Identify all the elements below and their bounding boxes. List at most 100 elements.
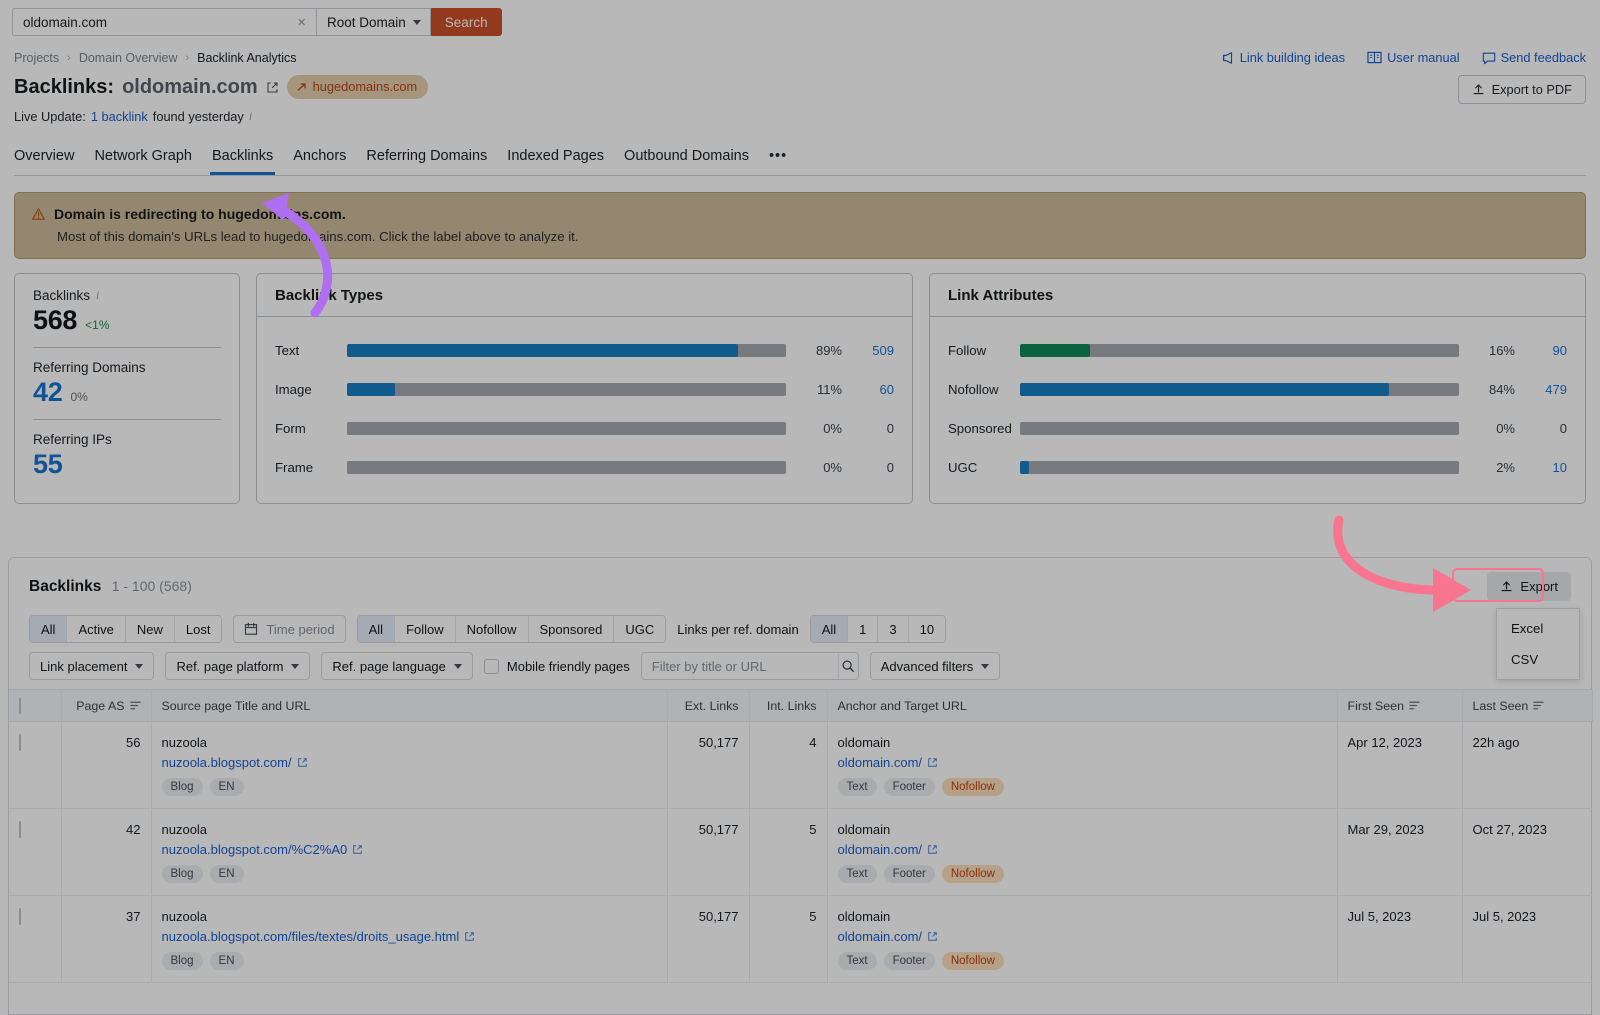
info-icon[interactable]: i [249, 109, 252, 124]
source-url-link[interactable]: nuzoola.blogspot.com/ [162, 755, 308, 770]
backlinks-panel-title: Backlinks [29, 578, 101, 595]
bar-count[interactable]: 479 [1515, 382, 1567, 397]
tab-backlinks[interactable]: Backlinks [202, 142, 283, 175]
search-input[interactable] [23, 15, 293, 30]
target-url-link[interactable]: oldomain.com/ [838, 842, 939, 857]
table-row: 56 nuzoola nuzoola.blogspot.com/ Blog EN… [9, 722, 1592, 809]
cell-anchor-target: oldomain oldomain.com/ Text Footer Nofol… [827, 896, 1337, 983]
breadcrumb-domain-overview[interactable]: Domain Overview [79, 51, 178, 65]
ref-page-language-dropdown[interactable]: Ref. page language [321, 652, 472, 680]
bar-count[interactable]: 10 [1515, 460, 1567, 475]
tab-network-graph[interactable]: Network Graph [84, 142, 202, 175]
external-link-icon[interactable] [266, 81, 279, 94]
export-to-pdf-button[interactable]: Export to PDF [1458, 75, 1586, 104]
upload-icon [1500, 580, 1513, 593]
external-link-icon [927, 844, 938, 855]
search-input-wrapper[interactable]: × [12, 8, 317, 36]
row-checkbox[interactable] [19, 821, 21, 838]
row-select-cell [9, 896, 61, 983]
bar-count: 0 [1515, 421, 1567, 436]
tab-anchors[interactable]: Anchors [283, 142, 356, 175]
page-title-prefix: Backlinks: [14, 76, 114, 99]
advanced-filters-dropdown[interactable]: Advanced filters [870, 652, 1001, 680]
bar-row: Sponsored 0% 0 [948, 409, 1567, 448]
chip-language: EN [210, 952, 244, 970]
status-filter-active[interactable]: Active [67, 616, 125, 642]
bar-label: UGC [948, 460, 1020, 475]
row-checkbox[interactable] [19, 908, 21, 925]
links-per-domain-all[interactable]: All [811, 616, 848, 642]
chip-platform: Blog [162, 778, 203, 796]
search-button[interactable]: Search [431, 8, 502, 36]
kpi-referring-domains-value[interactable]: 42 [33, 377, 62, 408]
bar-row: Follow 16% 90 [948, 331, 1567, 370]
status-filter-new[interactable]: New [126, 616, 175, 642]
target-url-text: oldomain.com/ [838, 842, 923, 857]
cell-first-seen: Jul 5, 2023 [1337, 896, 1462, 983]
user-manual-link[interactable]: User manual [1367, 50, 1460, 65]
anchor-chips: Text Footer Nofollow [838, 778, 1327, 796]
export-option-csv[interactable]: CSV [1497, 644, 1579, 675]
bar-count[interactable]: 509 [842, 343, 894, 358]
breadcrumb-row: Projects › Domain Overview › Backlink An… [0, 45, 1600, 65]
bar-percent: 0% [786, 421, 842, 436]
select-all-checkbox[interactable] [19, 698, 21, 714]
info-icon[interactable]: i [96, 288, 99, 303]
export-option-excel[interactable]: Excel [1497, 613, 1579, 644]
attribute-filter-all[interactable]: All [358, 616, 395, 642]
tab-indexed-pages[interactable]: Indexed Pages [497, 142, 614, 175]
attribute-filter-sponsored[interactable]: Sponsored [529, 616, 615, 642]
tab-outbound-domains[interactable]: Outbound Domains [614, 142, 759, 175]
time-period-filter[interactable]: Time period [233, 615, 345, 643]
external-link-icon [352, 844, 363, 855]
bar-row: Nofollow 84% 479 [948, 370, 1567, 409]
cell-ext-links: 50,177 [667, 809, 749, 896]
target-url-link[interactable]: oldomain.com/ [838, 755, 939, 770]
link-placement-dropdown[interactable]: Link placement [29, 652, 154, 680]
search-icon[interactable] [838, 653, 858, 679]
chip-nofollow: Nofollow [942, 952, 1004, 970]
bar-count[interactable]: 90 [1515, 343, 1567, 358]
row-checkbox[interactable] [19, 734, 21, 751]
tab-more-menu[interactable]: ••• [759, 142, 797, 175]
status-filter-lost[interactable]: Lost [175, 616, 222, 642]
table-search-input[interactable] [642, 653, 838, 679]
attribute-filter-follow[interactable]: Follow [395, 616, 456, 642]
source-url-link[interactable]: nuzoola.blogspot.com/%C2%A0 [162, 842, 364, 857]
ref-page-platform-dropdown[interactable]: Ref. page platform [165, 652, 310, 680]
chip-language: EN [210, 865, 244, 883]
links-per-domain-3[interactable]: 3 [878, 616, 908, 642]
target-url-link[interactable]: oldomain.com/ [838, 929, 939, 944]
kpi-referring-ips-value[interactable]: 55 [33, 449, 62, 480]
breadcrumb-projects[interactable]: Projects [14, 51, 59, 65]
live-update-count-link[interactable]: 1 backlink [91, 109, 148, 124]
row-select-cell [9, 809, 61, 896]
tab-referring-domains[interactable]: Referring Domains [356, 142, 497, 175]
tab-overview[interactable]: Overview [14, 142, 84, 175]
mobile-friendly-checkbox-wrap[interactable]: Mobile friendly pages [484, 659, 630, 674]
external-link-icon [464, 931, 475, 942]
column-last-seen[interactable]: Last Seen [1462, 690, 1592, 722]
column-page-as[interactable]: Page AS [61, 690, 151, 722]
bar-percent: 84% [1459, 382, 1515, 397]
send-feedback-link[interactable]: Send feedback [1482, 50, 1586, 65]
bar-track [347, 383, 786, 396]
bar-count[interactable]: 60 [842, 382, 894, 397]
search-mode-select[interactable]: Root Domain [317, 8, 431, 36]
attribute-filter-nofollow[interactable]: Nofollow [456, 616, 529, 642]
attribute-filter-ugc[interactable]: UGC [614, 616, 665, 642]
clear-search-icon[interactable]: × [293, 15, 306, 30]
status-filter-all[interactable]: All [30, 616, 67, 642]
column-first-seen[interactable]: First Seen [1337, 690, 1462, 722]
export-button[interactable]: Export [1487, 572, 1571, 601]
bar-label: Frame [275, 460, 347, 475]
bar-track [347, 422, 786, 435]
link-building-ideas-link[interactable]: Link building ideas [1221, 50, 1345, 65]
bar-percent: 16% [1459, 343, 1515, 358]
external-link-icon [927, 931, 938, 942]
links-per-domain-10[interactable]: 10 [909, 616, 945, 642]
mobile-friendly-checkbox[interactable] [484, 659, 499, 674]
source-url-link[interactable]: nuzoola.blogspot.com/files/textes/droits… [162, 929, 476, 944]
redirect-target-pill[interactable]: hugedomains.com [287, 75, 429, 99]
links-per-domain-1[interactable]: 1 [848, 616, 878, 642]
